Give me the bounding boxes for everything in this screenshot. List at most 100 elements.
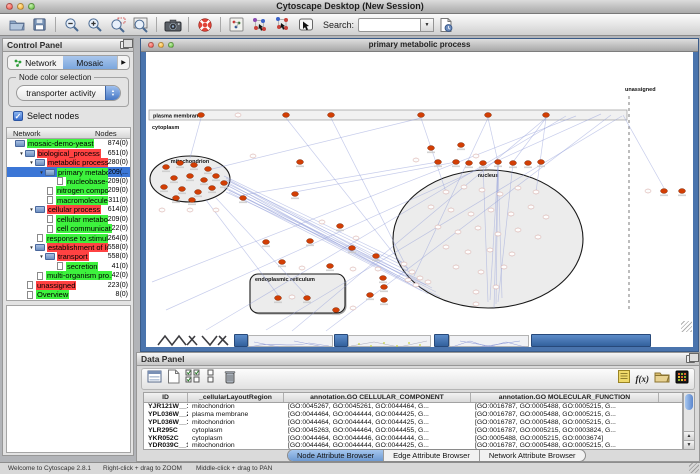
- expand-icon[interactable]: ▼: [28, 160, 35, 165]
- column-header[interactable]: _cellularLayoutRegion: [188, 393, 284, 402]
- table-row[interactable]: YPL036W__2plasma membrane[GO:0044464, GO…: [144, 411, 682, 419]
- tree-col-nodes[interactable]: Nodes: [95, 129, 130, 138]
- attribute-table: ID_cellularLayoutRegionannotation.GO CEL…: [143, 392, 683, 450]
- tree-item[interactable]: unassigned223(0): [7, 281, 130, 290]
- network-canvas[interactable]: plasma membranecytoplasmmitochondrionnuc…: [146, 52, 693, 334]
- tab-node-attribute-browser[interactable]: Node Attribute Browser: [288, 450, 384, 461]
- zoom-in-icon[interactable]: [83, 15, 106, 35]
- minimized-window-icon[interactable]: [434, 334, 449, 347]
- heatmap-icon[interactable]: [675, 370, 689, 389]
- delete-attribute-icon[interactable]: [223, 369, 237, 390]
- float-panel-icon[interactable]: [686, 355, 695, 363]
- tab-scroll-right-icon[interactable]: ▶: [117, 56, 129, 69]
- expand-icon[interactable]: ▼: [38, 170, 45, 175]
- scroll-down-icon[interactable]: ▼: [684, 440, 694, 449]
- tree-item[interactable]: cell communicat...22(0): [7, 224, 130, 233]
- select-nodes-checkbox[interactable]: ✓: [13, 111, 23, 121]
- minimized-window-thumb[interactable]: [248, 335, 333, 347]
- tree-item-count: 223(0): [108, 282, 130, 289]
- tree-item[interactable]: cellular metabo...209(0): [7, 215, 130, 224]
- attribute-batch-icon[interactable]: [617, 369, 631, 389]
- tree-item[interactable]: Overview8(0): [7, 290, 130, 299]
- tree-item[interactable]: multi-organism pro...42(0): [7, 271, 130, 280]
- tree-item[interactable]: ▼primary metabo...209(...: [7, 167, 130, 176]
- network-overview-panel[interactable]: [6, 305, 131, 453]
- table-cell: YLR295C: [144, 427, 188, 435]
- table-row[interactable]: YLR295Ccytoplasm[GO:0045263, GO:0044464,…: [144, 427, 682, 435]
- minimized-window-icon[interactable]: [334, 334, 348, 347]
- close-window-icon[interactable]: [6, 3, 13, 10]
- column-header[interactable]: annotation.GO CELLULAR_COMPONENT: [284, 393, 471, 402]
- node-color-select[interactable]: transporter activity ▲▼: [16, 85, 121, 101]
- layout-2-icon[interactable]: [271, 15, 294, 35]
- select-all-attributes-icon[interactable]: [185, 369, 201, 389]
- save-attributes-icon[interactable]: [434, 15, 457, 35]
- layout-1-icon[interactable]: [248, 15, 271, 35]
- zoom-fit-icon[interactable]: [129, 15, 152, 35]
- new-attribute-icon[interactable]: [167, 369, 180, 389]
- tree-item[interactable]: secretion41(0): [7, 262, 130, 271]
- zoom-selected-icon[interactable]: [106, 15, 129, 35]
- zoom-out-icon[interactable]: [60, 15, 83, 35]
- tree-item-label: primary metabo...: [57, 168, 108, 177]
- network-canvas-area[interactable]: plasma membranecytoplasmmitochondrionnuc…: [146, 52, 693, 347]
- select-attributes-icon[interactable]: [147, 369, 162, 389]
- table-row[interactable]: YKR052Ccytoplasm[GO:0044464, GO:0044446,…: [144, 435, 682, 443]
- column-header[interactable]: annotation.GO MOLECULAR_FUNCTION: [471, 393, 659, 402]
- tree-col-network[interactable]: Network: [7, 129, 41, 138]
- annotation-icon[interactable]: [294, 15, 317, 35]
- table-scrollbar[interactable]: ▲ ▼: [683, 392, 695, 450]
- help-icon[interactable]: [193, 15, 216, 35]
- float-panel-icon[interactable]: [120, 41, 129, 49]
- expand-icon[interactable]: ▼: [28, 207, 35, 212]
- birds-eye-view-icon[interactable]: [225, 15, 248, 35]
- search-dropdown-icon[interactable]: ▼: [420, 18, 434, 32]
- tree-item[interactable]: mosaic-demo-yeast874(0): [7, 139, 130, 148]
- open-icon[interactable]: [5, 15, 28, 35]
- minimized-window-icon[interactable]: [234, 334, 248, 347]
- expand-icon[interactable]: ▼: [18, 151, 25, 156]
- tree-item[interactable]: ▼biological_process651(0): [7, 148, 130, 157]
- tree-item[interactable]: nitrogen compo...209(0): [7, 186, 130, 195]
- svg-text:plasma membrane: plasma membrane: [153, 114, 201, 120]
- function-builder-icon[interactable]: f(x): [636, 374, 650, 384]
- import-attributes-icon[interactable]: [654, 370, 670, 388]
- column-header[interactable]: ID: [144, 393, 188, 402]
- tab-network-attribute-browser[interactable]: Network Attribute Browser: [480, 450, 585, 461]
- tree-item[interactable]: nucleobase-...209(0): [7, 177, 130, 186]
- minimized-window-thumb[interactable]: [348, 335, 431, 347]
- frame-resize-grip[interactable]: [681, 321, 692, 332]
- tree-item[interactable]: response to stimul...264(0): [7, 233, 130, 242]
- tree-item[interactable]: ▼metabolic process280(0): [7, 158, 130, 167]
- tree-item[interactable]: macromolecule...311(0): [7, 196, 130, 205]
- table-cell: [GO:0005488, GO:0005215, GO:0003674]: [471, 435, 659, 443]
- frame-close-icon[interactable]: [148, 42, 154, 48]
- tab-edge-attribute-browser[interactable]: Edge Attribute Browser: [384, 450, 480, 461]
- file-icon: [57, 262, 63, 270]
- scrollbar-thumb[interactable]: [685, 394, 693, 410]
- tree-item[interactable]: ▼transport558(0): [7, 252, 130, 261]
- tree-item[interactable]: ▼cellular process614(0): [7, 205, 130, 214]
- tab-network[interactable]: Network: [8, 56, 63, 69]
- unselect-attributes-icon[interactable]: [206, 369, 218, 389]
- expand-icon[interactable]: ▼: [28, 245, 35, 250]
- table-row[interactable]: YPL036W__1mitochondrion[GO:0044464, GO:0…: [144, 419, 682, 427]
- minimized-window-titlebar[interactable]: [531, 334, 651, 347]
- tree-item-label: cellular metabo...: [56, 215, 108, 224]
- tab-mosaic[interactable]: Mosaic: [63, 56, 118, 69]
- window-resize-grip[interactable]: [689, 463, 699, 473]
- tree-item[interactable]: ▼establishment of lo...558(0): [7, 243, 130, 252]
- snapshot-icon[interactable]: [161, 15, 184, 35]
- minimized-window-thumb[interactable]: [449, 335, 529, 347]
- save-icon[interactable]: [28, 15, 51, 35]
- frame-zoom-icon[interactable]: [168, 42, 174, 48]
- search-input[interactable]: [358, 18, 420, 32]
- minimized-network-sketch[interactable]: [156, 334, 232, 347]
- expand-icon[interactable]: ▼: [38, 254, 45, 259]
- minimize-window-icon[interactable]: [17, 3, 24, 10]
- network-frame-titlebar[interactable]: primary metabolic process: [141, 39, 698, 52]
- frame-minimize-icon[interactable]: [158, 42, 164, 48]
- scroll-up-icon[interactable]: ▲: [684, 431, 694, 440]
- table-row[interactable]: YJR121W__1mitochondrion[GO:0045267, GO:0…: [144, 403, 682, 411]
- zoom-window-icon[interactable]: [28, 3, 35, 10]
